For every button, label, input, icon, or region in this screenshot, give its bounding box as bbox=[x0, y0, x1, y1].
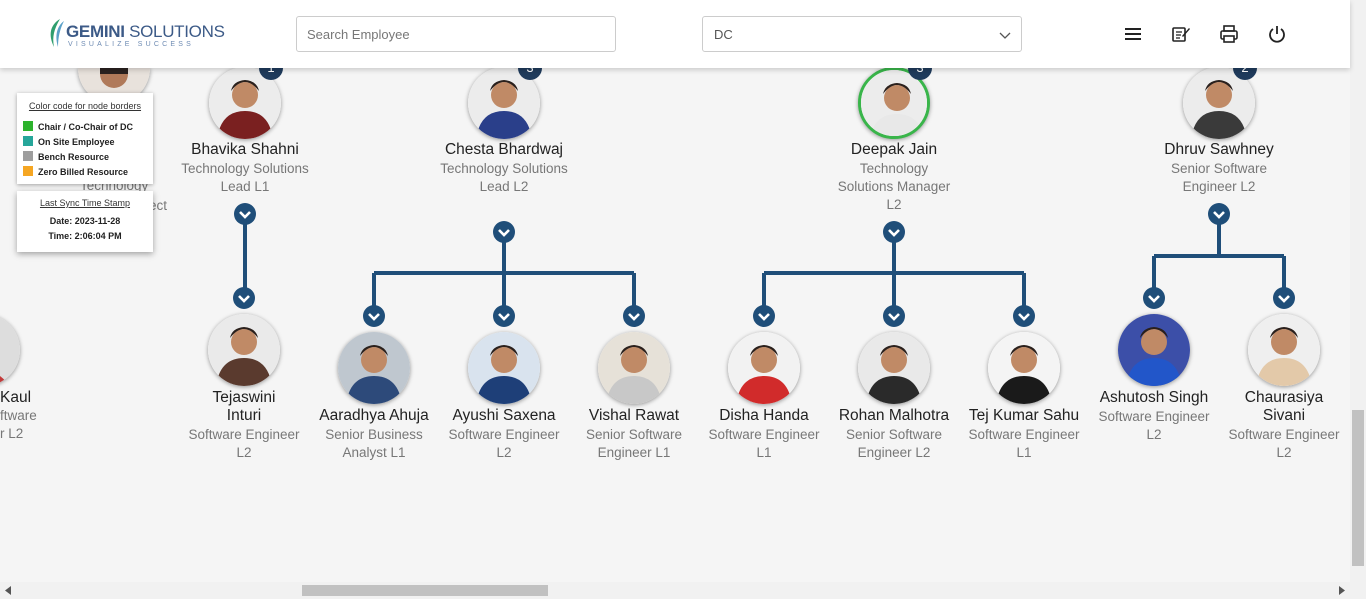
legend-swatch bbox=[23, 166, 33, 176]
legend-item: Zero Billed Resource bbox=[23, 166, 128, 177]
employee-name: Rohan Malhotra bbox=[838, 407, 950, 424]
employee-avatar[interactable] bbox=[1248, 314, 1320, 386]
person-photo-icon bbox=[598, 332, 670, 404]
horizontal-scrollbar[interactable] bbox=[0, 582, 1350, 599]
expand-toggle-icon[interactable] bbox=[883, 221, 905, 243]
manager-role: Technology Solutions Manager L2 bbox=[837, 161, 951, 212]
person-photo-icon bbox=[728, 332, 800, 404]
employee-role: Software Engineer L2 bbox=[448, 427, 560, 460]
manager-name: Dhruv Sawhney bbox=[1164, 141, 1274, 158]
legend-item: On Site Employee bbox=[23, 136, 115, 147]
sync-title: Last Sync Time Stamp bbox=[39, 198, 131, 208]
employee-role: Software Engineer L2 bbox=[1228, 427, 1340, 460]
search-employee-input[interactable] bbox=[296, 16, 616, 52]
employee-avatar[interactable] bbox=[468, 332, 540, 404]
expand-toggle-icon[interactable] bbox=[233, 287, 255, 309]
employee-role: Software Engineer L1 bbox=[968, 427, 1080, 460]
employee-role: Software Engineer L1 bbox=[708, 427, 820, 460]
person-photo-icon bbox=[1248, 314, 1320, 386]
employee-name: Tej Kumar Sahu bbox=[968, 407, 1080, 424]
legend-title: Color code for node borders bbox=[28, 101, 142, 111]
legend-item: Bench Resource bbox=[23, 151, 109, 162]
employee-role: Senior Software Engineer L1 bbox=[585, 427, 683, 460]
employee-avatar[interactable] bbox=[858, 332, 930, 404]
expand-toggle-icon[interactable] bbox=[1013, 305, 1035, 327]
dc-select[interactable]: DC bbox=[702, 16, 1022, 52]
manager-name: Chesta Bhardwaj bbox=[444, 141, 564, 158]
employee-role: Senior Business Analyst L1 bbox=[325, 427, 423, 460]
expand-toggle-icon[interactable] bbox=[1273, 287, 1295, 309]
employee-role: Software Engineer L2 bbox=[1098, 409, 1210, 442]
person-photo-icon bbox=[338, 332, 410, 404]
scroll-right-arrow-icon[interactable] bbox=[1338, 586, 1346, 595]
person-photo-icon bbox=[988, 332, 1060, 404]
logo-tagline: VISUALIZE SUCCESS bbox=[68, 41, 194, 48]
sync-date: Date: 2023-11-28 bbox=[49, 216, 121, 226]
manager-role: Senior Software Engineer L2 bbox=[1170, 161, 1268, 194]
expand-toggle-icon[interactable] bbox=[493, 305, 515, 327]
employee-avatar[interactable] bbox=[728, 332, 800, 404]
hamburger-icon[interactable] bbox=[1123, 24, 1143, 44]
vertical-scroll-thumb[interactable] bbox=[1352, 410, 1364, 566]
expand-toggle-icon[interactable] bbox=[1143, 287, 1165, 309]
employee-avatar[interactable] bbox=[1118, 314, 1190, 386]
org-chart-canvas[interactable]: Technology ect Kaul ftware r L2 1Bhavika… bbox=[0, 68, 1350, 582]
sync-time: Time: 2:06:04 PM bbox=[48, 231, 122, 241]
edit-notes-icon[interactable] bbox=[1171, 24, 1191, 44]
employee-name: Vishal Rawat bbox=[588, 407, 680, 424]
person-photo-icon bbox=[1118, 314, 1190, 386]
legend-item: Chair / Co-Chair of DC bbox=[23, 121, 133, 132]
employee-avatar[interactable] bbox=[598, 332, 670, 404]
expand-toggle-icon[interactable] bbox=[753, 305, 775, 327]
logo-name: GEMINI SOLUTIONS bbox=[66, 22, 225, 41]
person-photo-icon bbox=[208, 314, 280, 386]
expand-toggle-icon[interactable] bbox=[1208, 203, 1230, 225]
scroll-left-arrow-icon[interactable] bbox=[4, 586, 12, 595]
power-icon[interactable] bbox=[1267, 24, 1287, 44]
vertical-scrollbar[interactable] bbox=[1350, 0, 1366, 599]
employee-name: Ayushi Saxena bbox=[452, 407, 556, 424]
employee-name: Tejaswini Inturi bbox=[212, 389, 276, 424]
employee-name: Ashutosh Singh bbox=[1099, 389, 1209, 406]
manager-role: Technology Solutions Lead L1 bbox=[181, 161, 309, 194]
partial-employee-name: Kaul bbox=[0, 389, 32, 406]
manager-role: Technology Solutions Lead L2 bbox=[440, 161, 568, 194]
person-photo-icon bbox=[858, 332, 930, 404]
expand-toggle-icon[interactable] bbox=[363, 305, 385, 327]
manager-name: Deepak Jain bbox=[850, 141, 938, 158]
employee-name: Aaradhya Ahuja bbox=[319, 407, 429, 424]
person-photo-icon bbox=[468, 332, 540, 404]
top-header: GEMINI SOLUTIONS VISUALIZE SUCCESS DC bbox=[0, 0, 1350, 68]
logo-leaf-icon bbox=[50, 19, 64, 47]
legend-swatch bbox=[23, 151, 33, 161]
expand-toggle-icon[interactable] bbox=[623, 305, 645, 327]
employee-name: Disha Handa bbox=[719, 407, 809, 424]
employee-role: Software Engineer L2 bbox=[188, 427, 300, 460]
color-legend: Color code for node borders Chair / Co-C… bbox=[17, 93, 153, 184]
partial-employee-role: r L2 bbox=[0, 426, 24, 441]
legend-swatch bbox=[23, 121, 33, 131]
employee-name: Chaurasiya Sivani bbox=[1244, 389, 1324, 424]
printer-icon[interactable] bbox=[1219, 24, 1239, 44]
expand-toggle-icon[interactable] bbox=[493, 221, 515, 243]
gemini-logo[interactable]: GEMINI SOLUTIONS VISUALIZE SUCCESS bbox=[46, 16, 225, 52]
employee-avatar[interactable] bbox=[338, 332, 410, 404]
legend-swatch bbox=[23, 136, 33, 146]
employee-avatar[interactable] bbox=[988, 332, 1060, 404]
employee-role: Senior Software Engineer L2 bbox=[845, 427, 943, 460]
dc-select-value: DC bbox=[714, 27, 733, 42]
manager-name: Bhavika Shahni bbox=[191, 141, 299, 158]
expand-toggle-icon[interactable] bbox=[883, 305, 905, 327]
employee-avatar[interactable] bbox=[208, 314, 280, 386]
chevron-down-icon bbox=[999, 32, 1011, 39]
partial-employee-role: ftware bbox=[0, 408, 37, 423]
expand-toggle-icon[interactable] bbox=[234, 203, 256, 225]
sync-timestamp-panel: Last Sync Time Stamp Date: 2023-11-28 Ti… bbox=[17, 191, 153, 252]
horizontal-scroll-thumb[interactable] bbox=[302, 585, 548, 596]
